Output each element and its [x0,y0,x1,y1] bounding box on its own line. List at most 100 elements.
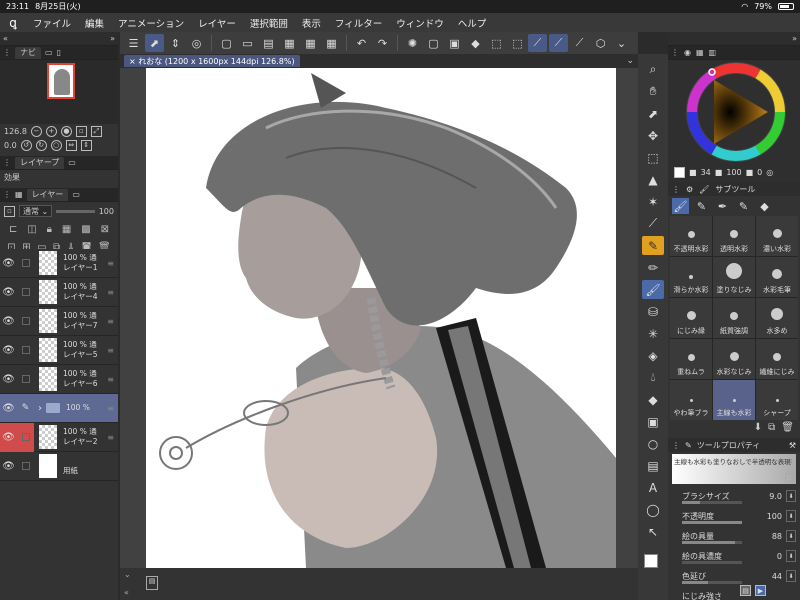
text-tool-icon[interactable]: A [642,478,664,497]
move-tool-icon[interactable]: ✥ [642,126,664,145]
figure-tool-icon[interactable]: ○ [642,434,664,453]
layer-lock-toggle[interactable] [17,452,34,481]
layer-row[interactable]: 👁︎ 100 % 通レイヤー5 ≡ [0,336,118,365]
collapse-left-bottom-icon[interactable]: « [124,588,129,597]
tab-layer-property[interactable]: レイヤープ [15,156,65,169]
edit-pen-icon[interactable]: ✎ [17,394,34,423]
balloon-icon[interactable]: ◯ [642,500,664,519]
wheel-mode-icon[interactable]: ◎ [766,168,773,177]
layer-lock-toggle[interactable] [17,422,34,452]
lock-transparency-icon[interactable]: ▦ [62,224,71,235]
menu-help[interactable]: ヘルプ [451,16,494,30]
drag-handle-icon[interactable]: ≡ [107,375,114,384]
brush-preset[interactable]: 不透明水彩 [670,216,712,256]
layer-row[interactable]: 👁︎ 100 % 通レイヤー7 ≡ [0,307,118,336]
wrench-icon[interactable]: ⚒︎ [789,441,796,450]
deselect-icon[interactable]: ⬚ [508,34,527,52]
zoom-tool-icon[interactable]: ⌕ [642,60,664,79]
menu-selection[interactable]: 選択範囲 [243,16,295,30]
property-value[interactable]: 44 [772,572,782,581]
undo-icon[interactable]: ↶ [352,34,371,52]
collapse-left-icon[interactable]: « [3,34,8,43]
fit-icon[interactable]: ▫ [75,125,87,137]
property-spinner-icon[interactable]: ⬇ [786,530,796,542]
drag-handle-icon[interactable]: ⋮ [671,48,679,57]
layer-lock-toggle[interactable] [17,365,34,394]
clear-icon[interactable]: ▢ [424,34,443,52]
visibility-eye-icon[interactable]: 👁︎ [0,422,17,452]
close-tab-icon[interactable]: × [129,57,136,66]
delete-subtool-icon[interactable]: 🗑︎ [781,422,794,436]
drag-handle-icon[interactable]: ≡ [107,433,114,442]
export-jpg-icon[interactable]: ▦ [280,34,299,52]
navigator-thumbnail[interactable] [47,63,75,99]
visibility-eye-icon[interactable]: 👁︎ [0,249,17,278]
drag-handle-icon[interactable]: ≡ [107,288,114,297]
rotate-right-icon[interactable]: ↻ [35,139,47,151]
tab-tool-property[interactable]: ツールプロパティ [697,440,761,451]
quick-access-icon[interactable]: ⬈ [145,34,164,52]
menu-view[interactable]: 表示 [295,16,328,30]
hamburger-menu-icon[interactable]: ☰ [124,34,143,52]
drag-handle-icon[interactable]: ≡ [107,317,114,326]
visibility-eye-icon[interactable]: 👁︎ [0,394,17,423]
layer-lock-toggle[interactable] [17,307,34,336]
drag-handle-icon[interactable]: ⋮ [672,441,680,450]
zoom-out-icon[interactable]: − [30,125,42,137]
loading-icon[interactable]: ✺ [403,34,422,52]
visibility-eye-icon[interactable]: 👁︎ [0,452,17,481]
drag-handle-icon[interactable]: ≡ [107,404,114,413]
redo-icon[interactable]: ↷ [373,34,392,52]
blend-mode-select[interactable]: 通常 ⌄ [19,205,53,217]
flip-vertical-icon[interactable]: ⇕ [80,139,92,151]
color-preview-icon[interactable] [674,167,685,178]
ruler-enable-icon[interactable]: ⊠ [101,224,109,235]
fit-window-icon[interactable]: ⤢ [90,125,102,137]
fill-icon[interactable]: ◆ [466,34,485,52]
brush-preset[interactable]: にじみ縁 [670,298,712,338]
ruler-snap-icon[interactable]: ⟋ [528,34,547,52]
new-file-icon[interactable]: ▢ [217,34,236,52]
visibility-eye-icon[interactable]: 👁︎ [0,278,17,307]
brush-preset[interactable]: 主線も水彩 [713,380,755,420]
menu-layer[interactable]: レイヤー [191,16,243,30]
lock-layer-icon[interactable]: 🔒︎ [47,224,52,235]
property-spinner-icon[interactable]: ⬇ [786,570,796,582]
pen-tool-icon[interactable]: ✎ [642,236,664,255]
drag-handle-icon[interactable]: ≡ [107,259,114,268]
brush-preset[interactable]: 繊維にじみ [756,339,798,379]
layer-lock-toggle[interactable] [17,278,34,307]
tool-property-row[interactable]: 絵の具濃度 0 ⬇ [668,546,800,566]
fill-tool-icon[interactable]: ◆ [642,390,664,409]
selection-tool-icon[interactable]: ⬚ [642,148,664,167]
brush-preset[interactable]: 紙質強調 [713,298,755,338]
folder-expand-icon[interactable]: › [38,403,42,414]
visibility-eye-icon[interactable]: 👁︎ [0,307,17,336]
canvas-paper[interactable] [146,68,616,568]
app-logo-icon[interactable]: ꝗ [0,16,26,30]
layer-row[interactable]: 👁︎ ✎ › 100 % ≡ [0,394,118,423]
brush-preset[interactable]: 塗りなじみ [713,257,755,297]
pencil-tool-icon[interactable]: ✏︎ [642,258,664,277]
property-slider[interactable] [682,561,742,564]
canvas-tab-menu-icon[interactable]: ⌄ [626,56,634,66]
thick-paint-group-icon[interactable]: ✎ [735,198,752,214]
toggle-arrows-icon[interactable]: ⇕ [166,34,185,52]
menu-filter[interactable]: フィルター [328,16,389,30]
menu-edit[interactable]: 編集 [78,16,111,30]
layer-lock-toggle[interactable] [17,249,34,278]
layer-row[interactable]: 👁︎ 用紙 [0,452,118,481]
opacity-value[interactable]: 100 [99,207,114,216]
lock-icon[interactable] [785,473,793,482]
menu-window[interactable]: ウィンドウ [389,16,451,30]
property-spinner-icon[interactable]: ⬇ [786,550,796,562]
reset-rotation-icon[interactable]: ○ [50,139,62,151]
brush-preset[interactable]: 透明水彩 [713,216,755,256]
search-layer-icon[interactable]: ▭ [72,190,80,199]
clip-studio-icon[interactable]: ◎ [187,34,206,52]
3d-icon[interactable]: ⬡ [591,34,610,52]
subview-icon[interactable]: ▭ [45,48,53,57]
menu-animation[interactable]: アニメーション [111,16,191,30]
correct-line-icon[interactable]: ↖ [642,522,664,541]
subtool-group-icon[interactable]: ⚙︎ [686,185,693,194]
